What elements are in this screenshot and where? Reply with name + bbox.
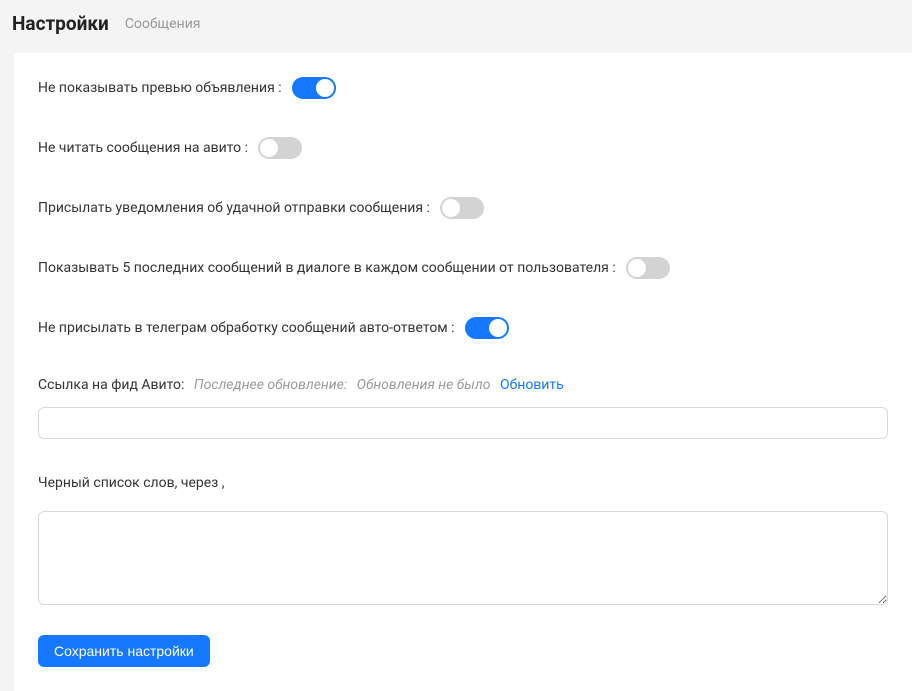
- save-button[interactable]: Сохранить настройки: [38, 635, 210, 667]
- blacklist-label: Черный список слов, через ,: [38, 475, 888, 491]
- setting-label: Не показывать превью объявления :: [38, 80, 282, 96]
- feed-refresh-link[interactable]: Обновить: [500, 377, 564, 393]
- setting-row-show-last-5: Показывать 5 последних сообщений в диало…: [38, 257, 888, 279]
- settings-panel: Не показывать превью объявления : Не чит…: [14, 53, 912, 691]
- setting-label: Не присылать в телеграм обработку сообще…: [38, 320, 455, 336]
- toggle-send-success-notify[interactable]: [440, 197, 484, 219]
- toggle-no-read-avito[interactable]: [258, 137, 302, 159]
- feed-url-input[interactable]: [38, 407, 888, 439]
- setting-row-no-read-avito: Не читать сообщения на авито :: [38, 137, 888, 159]
- page-header: Настройки Сообщения: [0, 0, 912, 53]
- feed-link-row: Ссылка на фид Авито: Последнее обновлени…: [38, 377, 888, 393]
- feed-last-update-value: Обновления не было: [357, 377, 491, 393]
- setting-label: Присылать уведомления об удачной отправк…: [38, 200, 430, 216]
- toggle-show-last-5[interactable]: [626, 257, 670, 279]
- setting-row-send-success-notify: Присылать уведомления об удачной отправк…: [38, 197, 888, 219]
- page-title: Настройки: [12, 12, 109, 35]
- toggle-hide-preview[interactable]: [292, 77, 336, 99]
- setting-row-hide-preview: Не показывать превью объявления :: [38, 77, 888, 99]
- feed-last-update-prefix: Последнее обновление:: [194, 377, 347, 393]
- page-subtitle: Сообщения: [125, 16, 201, 32]
- toggle-no-telegram-autoreply[interactable]: [465, 317, 509, 339]
- blacklist-textarea[interactable]: [38, 511, 888, 605]
- setting-label: Показывать 5 последних сообщений в диало…: [38, 260, 616, 276]
- setting-label: Не читать сообщения на авито :: [38, 140, 248, 156]
- setting-row-no-telegram-autoreply: Не присылать в телеграм обработку сообще…: [38, 317, 888, 339]
- feed-label: Ссылка на фид Авито:: [38, 377, 184, 393]
